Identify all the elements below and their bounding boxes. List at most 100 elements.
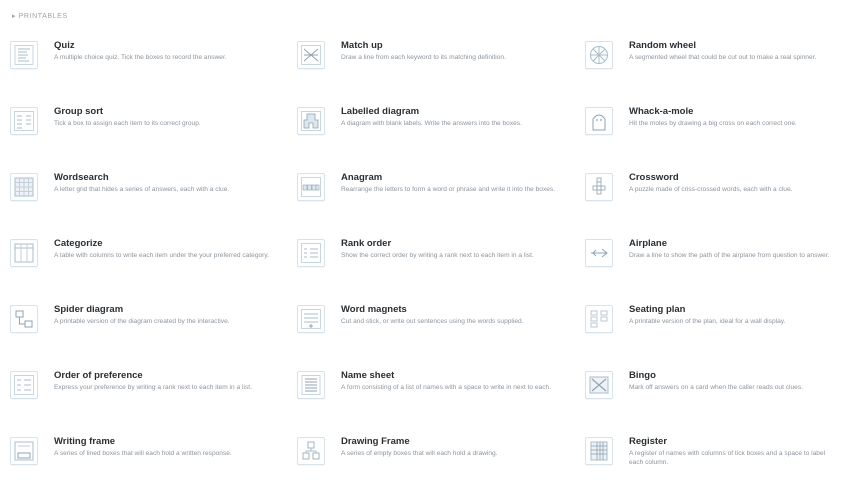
printable-item-title: Wordsearch: [54, 172, 109, 183]
printable-item-text: Anagram Rearrange the letters to form a w…: [341, 172, 561, 195]
whack-a-mole-icon: [585, 107, 613, 135]
printable-item-wordsearch[interactable]: Wordsearch A letter grid that hides a ser…: [10, 172, 297, 238]
printable-item-text: Rank order Show the correct order by writ…: [341, 238, 561, 261]
printable-item-description: A segmented wheel that could be cut out …: [629, 54, 817, 61]
printable-item-description: Draw a line from each keyword to its mat…: [341, 54, 506, 61]
printable-item-description: A multiple choice quiz. Tick the boxes t…: [54, 54, 227, 61]
printable-item-title: Categorize: [54, 238, 103, 249]
printable-item-description: A table with columns to write each item …: [54, 252, 270, 259]
printable-item-text: Airplane Draw a line to show the path of …: [629, 238, 840, 261]
printable-item-writing-frame[interactable]: Writing frame A series of lined boxes tha…: [10, 436, 297, 502]
printable-item-description: A series of lined boxes that will each h…: [54, 450, 232, 457]
printable-item-text: Labelled diagram A diagram with blank lab…: [341, 106, 561, 129]
anagram-icon: [297, 173, 325, 201]
printable-item-title: Order of preference: [54, 370, 143, 381]
printable-item-order-of-preference[interactable]: Order of preference Express your preferen…: [10, 370, 297, 436]
printable-item-description: A letter grid that hides a series of ans…: [54, 186, 230, 193]
printable-item-rank-order[interactable]: Rank order Show the correct order by writ…: [297, 238, 585, 304]
printable-item-description: A register of names with columns of tick…: [629, 450, 826, 466]
printable-item-description: A printable version of the diagram creat…: [54, 318, 230, 325]
printable-item-description: A diagram with blank labels. Write the a…: [341, 120, 522, 127]
printable-item-title: Register: [629, 436, 668, 447]
printable-item-title: Seating plan: [629, 304, 686, 315]
printable-item-text: Random wheel A segmented wheel that could…: [629, 40, 840, 63]
printable-item-random-wheel[interactable]: Random wheel A segmented wheel that could…: [585, 40, 840, 106]
printable-item-text: Writing frame A series of lined boxes tha…: [54, 436, 274, 459]
printable-item-title: Match up: [341, 40, 383, 51]
group-sort-icon: [10, 107, 38, 135]
printable-item-airplane[interactable]: Airplane Draw a line to show the path of …: [585, 238, 840, 304]
printable-item-title: Random wheel: [629, 40, 697, 51]
printable-item-description: A series of empty boxes that will each h…: [341, 450, 498, 457]
printable-item-description: Express your preference by writing a ran…: [54, 384, 252, 391]
drawing-frame-icon: [297, 437, 325, 465]
printable-item-title: Crossword: [629, 172, 679, 183]
labelled-diagram-icon: [297, 107, 325, 135]
printable-item-labelled-diagram[interactable]: Labelled diagram A diagram with blank lab…: [297, 106, 585, 172]
random-wheel-icon: [585, 41, 613, 69]
printable-item-title: Writing frame: [54, 436, 116, 447]
quiz-icon: [10, 41, 38, 69]
printable-item-description: A form consisting of a list of names wit…: [341, 384, 552, 391]
printable-item-text: Categorize A table with columns to write …: [54, 238, 274, 261]
airplane-icon: [585, 239, 613, 267]
printable-item-description: Draw a line to show the path of the airp…: [629, 252, 830, 259]
printable-item-text: Crossword A puzzle made of criss-crossed …: [629, 172, 840, 195]
printable-item-text: Whack-a-mole Hit the moles by drawing a b…: [629, 106, 840, 129]
printable-item-text: Seating plan A printable version of the p…: [629, 304, 840, 327]
printable-item-text: Drawing Frame A series of empty boxes tha…: [341, 436, 561, 459]
bingo-icon: [585, 371, 613, 399]
printable-item-match-up[interactable]: Match up Draw a line from each keyword to…: [297, 40, 585, 106]
crossword-icon: [585, 173, 613, 201]
printable-item-drawing-frame[interactable]: Drawing Frame A series of empty boxes tha…: [297, 436, 585, 502]
printable-item-description: Mark off answers on a card when the call…: [629, 384, 803, 391]
printable-item-title: Airplane: [629, 238, 668, 249]
printable-item-whack-a-mole[interactable]: Whack-a-mole Hit the moles by drawing a b…: [585, 106, 840, 172]
printable-item-title: Anagram: [341, 172, 383, 183]
categorize-icon: [10, 239, 38, 267]
rank-order-icon: [297, 239, 325, 267]
printable-item-text: Group sort Tick a box to assign each item…: [54, 106, 274, 129]
printable-item-title: Group sort: [54, 106, 104, 117]
printable-item-text: Word magnets Cut and stick, or write out …: [341, 304, 561, 327]
match-up-icon: [297, 41, 325, 69]
seating-plan-icon: [585, 305, 613, 333]
printable-item-description: A puzzle made of criss-crossed words, ea…: [629, 186, 793, 193]
printable-item-description: Cut and stick, or write out sentences us…: [341, 318, 524, 325]
wordsearch-icon: [10, 173, 38, 201]
printable-item-description: Show the correct order by writing a rank…: [341, 252, 534, 259]
name-sheet-icon: [297, 371, 325, 399]
printable-item-title: Bingo: [629, 370, 656, 381]
printable-item-anagram[interactable]: Anagram Rearrange the letters to form a w…: [297, 172, 585, 238]
printable-item-title: Quiz: [54, 40, 75, 51]
printable-item-description: A printable version of the plan, ideal f…: [629, 318, 786, 325]
printable-item-text: Spider diagram A printable version of the…: [54, 304, 274, 327]
printable-item-title: Drawing Frame: [341, 436, 410, 447]
printable-item-text: Register A register of names with columns…: [629, 436, 840, 468]
printable-item-word-magnets[interactable]: Word magnets Cut and stick, or write out …: [297, 304, 585, 370]
printable-item-text: Quiz A multiple choice quiz. Tick the box…: [54, 40, 274, 63]
printable-item-group-sort[interactable]: Group sort Tick a box to assign each item…: [10, 106, 297, 172]
printable-item-description: Hit the moles by drawing a big cross on …: [629, 120, 797, 127]
register-icon: [585, 437, 613, 465]
order-of-preference-icon: [10, 371, 38, 399]
printables-grid: Quiz A multiple choice quiz. Tick the box…: [10, 40, 840, 502]
printable-item-spider-diagram[interactable]: Spider diagram A printable version of the…: [10, 304, 297, 370]
printable-item-crossword[interactable]: Crossword A puzzle made of criss-crossed …: [585, 172, 840, 238]
printable-item-title: Rank order: [341, 238, 392, 249]
spider-diagram-icon: [10, 305, 38, 333]
writing-frame-icon: [10, 437, 38, 465]
printable-item-name-sheet[interactable]: Name sheet A form consisting of a list of…: [297, 370, 585, 436]
word-magnets-icon: [297, 305, 325, 333]
printable-item-description: Rearrange the letters to form a word or …: [341, 186, 556, 193]
printable-item-description: Tick a box to assign each item to its co…: [54, 120, 201, 127]
printable-item-text: Order of preference Express your preferen…: [54, 370, 274, 393]
printable-item-categorize[interactable]: Categorize A table with columns to write …: [10, 238, 297, 304]
printable-item-bingo[interactable]: Bingo Mark off answers on a card when the…: [585, 370, 840, 436]
printable-item-title: Whack-a-mole: [629, 106, 694, 117]
printable-item-text: Name sheet A form consisting of a list of…: [341, 370, 561, 393]
printable-item-register[interactable]: Register A register of names with columns…: [585, 436, 840, 502]
section-heading-printables: ▸ PRINTABLES: [12, 13, 68, 20]
printable-item-seating-plan[interactable]: Seating plan A printable version of the p…: [585, 304, 840, 370]
printable-item-quiz[interactable]: Quiz A multiple choice quiz. Tick the box…: [10, 40, 297, 106]
